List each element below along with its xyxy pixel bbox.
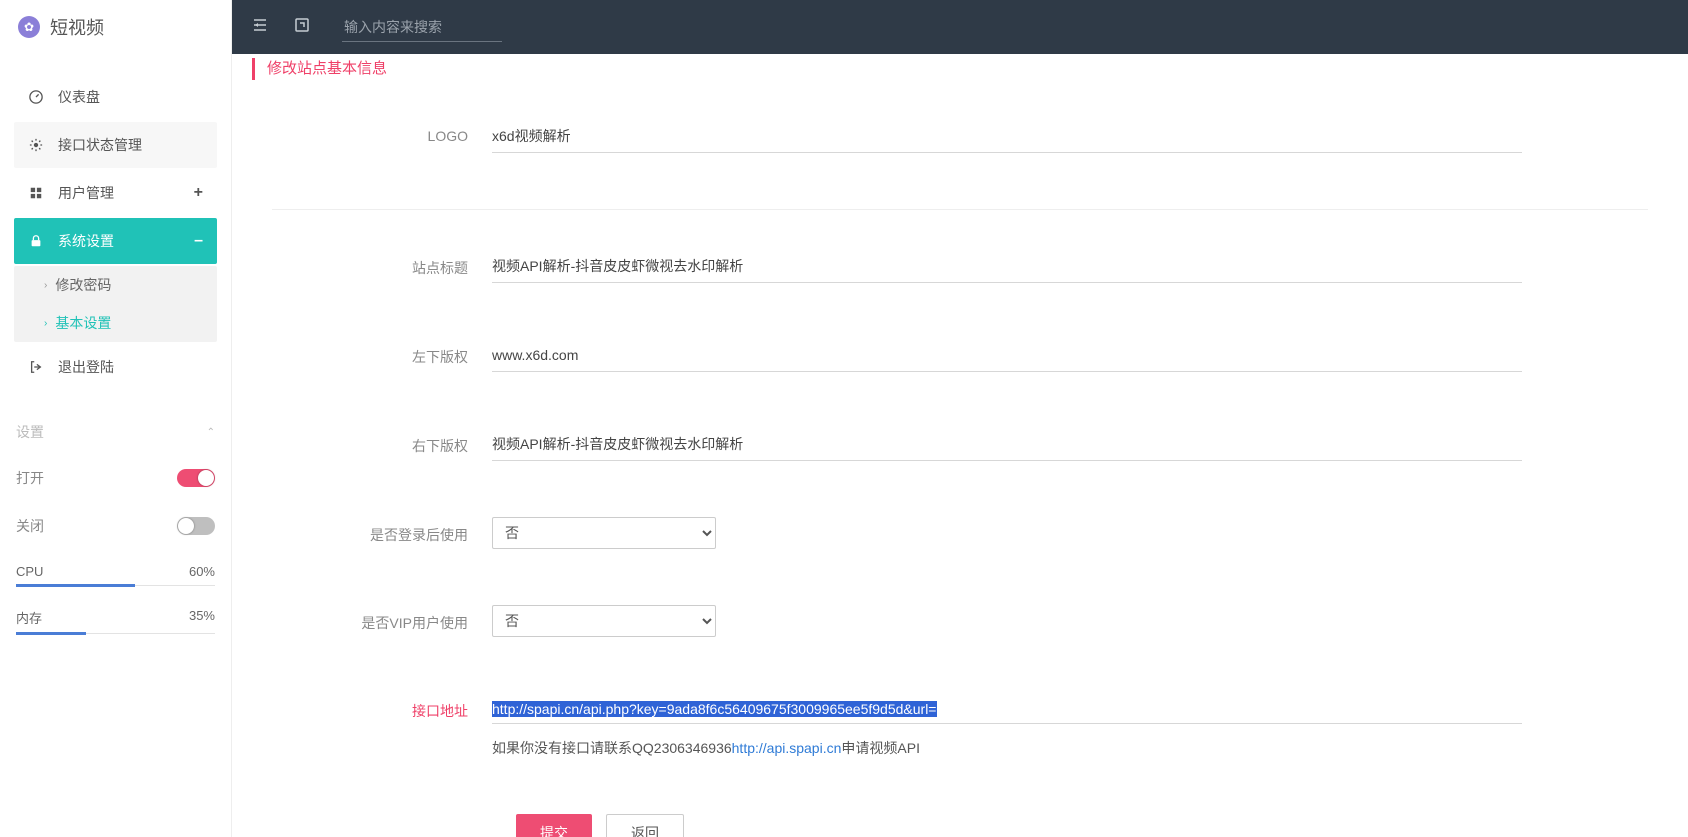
logo-label: LOGO bbox=[252, 120, 492, 144]
login-required-label: 是否登录后使用 bbox=[252, 517, 492, 545]
open-toggle[interactable] bbox=[177, 469, 215, 487]
submit-button[interactable]: 提交 bbox=[516, 814, 592, 837]
sidebar-item-label: 系统设置 bbox=[58, 231, 114, 251]
sidebar-item-api-status[interactable]: 接口状态管理 bbox=[14, 122, 217, 168]
cpu-meter: CPU 60% bbox=[16, 564, 215, 586]
sidebar-item-logout[interactable]: 退出登陆 bbox=[14, 344, 217, 390]
right-copy-input[interactable] bbox=[492, 428, 1522, 461]
main: 修改站点基本信息 LOGO 站点标题 左下版权 右下版权 是否登录后使用 否 bbox=[232, 54, 1688, 837]
plus-icon: + bbox=[194, 184, 203, 202]
subnav-item-change-password[interactable]: › 修改密码 bbox=[14, 266, 217, 304]
login-required-select[interactable]: 否 bbox=[492, 517, 716, 549]
subnav-system-settings: › 修改密码 › 基本设置 bbox=[14, 266, 217, 342]
lock-icon bbox=[28, 233, 44, 249]
left-copy-label: 左下版权 bbox=[252, 339, 492, 367]
gear-icon bbox=[28, 137, 44, 153]
chevron-right-icon: › bbox=[44, 280, 47, 291]
chevron-right-icon: › bbox=[44, 318, 47, 329]
vip-required-label: 是否VIP用户使用 bbox=[252, 605, 492, 633]
brand-name: 短视频 bbox=[50, 14, 104, 40]
sidebar: ✿ 短视频 仪表盘 接口状态管理 用户管理 + 系统设置 bbox=[0, 0, 232, 837]
divider bbox=[272, 209, 1648, 210]
vip-required-select[interactable]: 否 bbox=[492, 605, 716, 637]
cpu-label: CPU bbox=[16, 564, 43, 579]
settings-panel: 设置 ⌃ 打开 关闭 CPU 60% 内存 35% bbox=[0, 392, 231, 666]
toggle-label: 打开 bbox=[16, 468, 44, 488]
refresh-icon[interactable] bbox=[290, 17, 314, 38]
subnav-item-label: 修改密码 bbox=[55, 275, 111, 295]
nav: 仪表盘 接口状态管理 用户管理 + 系统设置 – › 修改密码 bbox=[0, 74, 231, 390]
sidebar-item-label: 退出登陆 bbox=[58, 357, 114, 377]
logo-input[interactable] bbox=[492, 120, 1522, 153]
users-icon bbox=[28, 185, 44, 201]
chevron-up-icon: ⌃ bbox=[207, 427, 215, 438]
button-row: 提交 返回 bbox=[252, 814, 1668, 837]
sidebar-item-user-mgmt[interactable]: 用户管理 + bbox=[14, 170, 217, 216]
back-button[interactable]: 返回 bbox=[606, 814, 684, 837]
toggle-row-open: 打开 bbox=[16, 468, 215, 488]
right-copy-label: 右下版权 bbox=[252, 428, 492, 456]
cpu-fill bbox=[16, 584, 135, 587]
mem-percent: 35% bbox=[189, 608, 215, 627]
api-hint: 如果你没有接口请联系QQ2306346936http://api.spapi.c… bbox=[492, 738, 1522, 758]
sidebar-item-label: 仪表盘 bbox=[58, 87, 100, 107]
api-hint-link[interactable]: http://api.spapi.cn bbox=[732, 740, 842, 756]
logout-icon bbox=[28, 359, 44, 375]
toggle-row-close: 关闭 bbox=[16, 516, 215, 536]
sidebar-item-label: 接口状态管理 bbox=[58, 135, 142, 155]
cpu-percent: 60% bbox=[189, 564, 215, 579]
page-title: 修改站点基本信息 bbox=[252, 58, 1668, 80]
settings-form: LOGO 站点标题 左下版权 右下版权 是否登录后使用 否 是否VIP用户使用 bbox=[232, 80, 1688, 837]
settings-panel-title: 设置 bbox=[16, 422, 44, 442]
api-addr-input[interactable]: http://spapi.cn/api.php?key=9ada8f6c5640… bbox=[492, 693, 1522, 724]
collapse-menu-icon[interactable] bbox=[248, 17, 272, 38]
brand: ✿ 短视频 bbox=[0, 0, 231, 54]
settings-panel-header[interactable]: 设置 ⌃ bbox=[16, 422, 215, 442]
topbar bbox=[232, 0, 1688, 54]
mem-fill bbox=[16, 632, 86, 635]
search-input[interactable] bbox=[342, 13, 502, 42]
subnav-item-basic-settings[interactable]: › 基本设置 bbox=[14, 304, 217, 342]
sidebar-item-label: 用户管理 bbox=[58, 183, 114, 203]
site-title-label: 站点标题 bbox=[252, 250, 492, 278]
minus-icon: – bbox=[194, 232, 203, 250]
site-title-input[interactable] bbox=[492, 250, 1522, 283]
api-addr-label: 接口地址 bbox=[252, 693, 492, 721]
mem-label: 内存 bbox=[16, 608, 42, 627]
left-copy-input[interactable] bbox=[492, 339, 1522, 372]
mem-meter: 内存 35% bbox=[16, 608, 215, 634]
sidebar-item-system-settings[interactable]: 系统设置 – bbox=[14, 218, 217, 264]
brand-logo-icon: ✿ bbox=[18, 16, 40, 38]
sidebar-item-dashboard[interactable]: 仪表盘 bbox=[14, 74, 217, 120]
close-toggle[interactable] bbox=[177, 517, 215, 535]
toggle-label: 关闭 bbox=[16, 516, 44, 536]
subnav-item-label: 基本设置 bbox=[55, 313, 111, 333]
dashboard-icon bbox=[28, 89, 44, 105]
